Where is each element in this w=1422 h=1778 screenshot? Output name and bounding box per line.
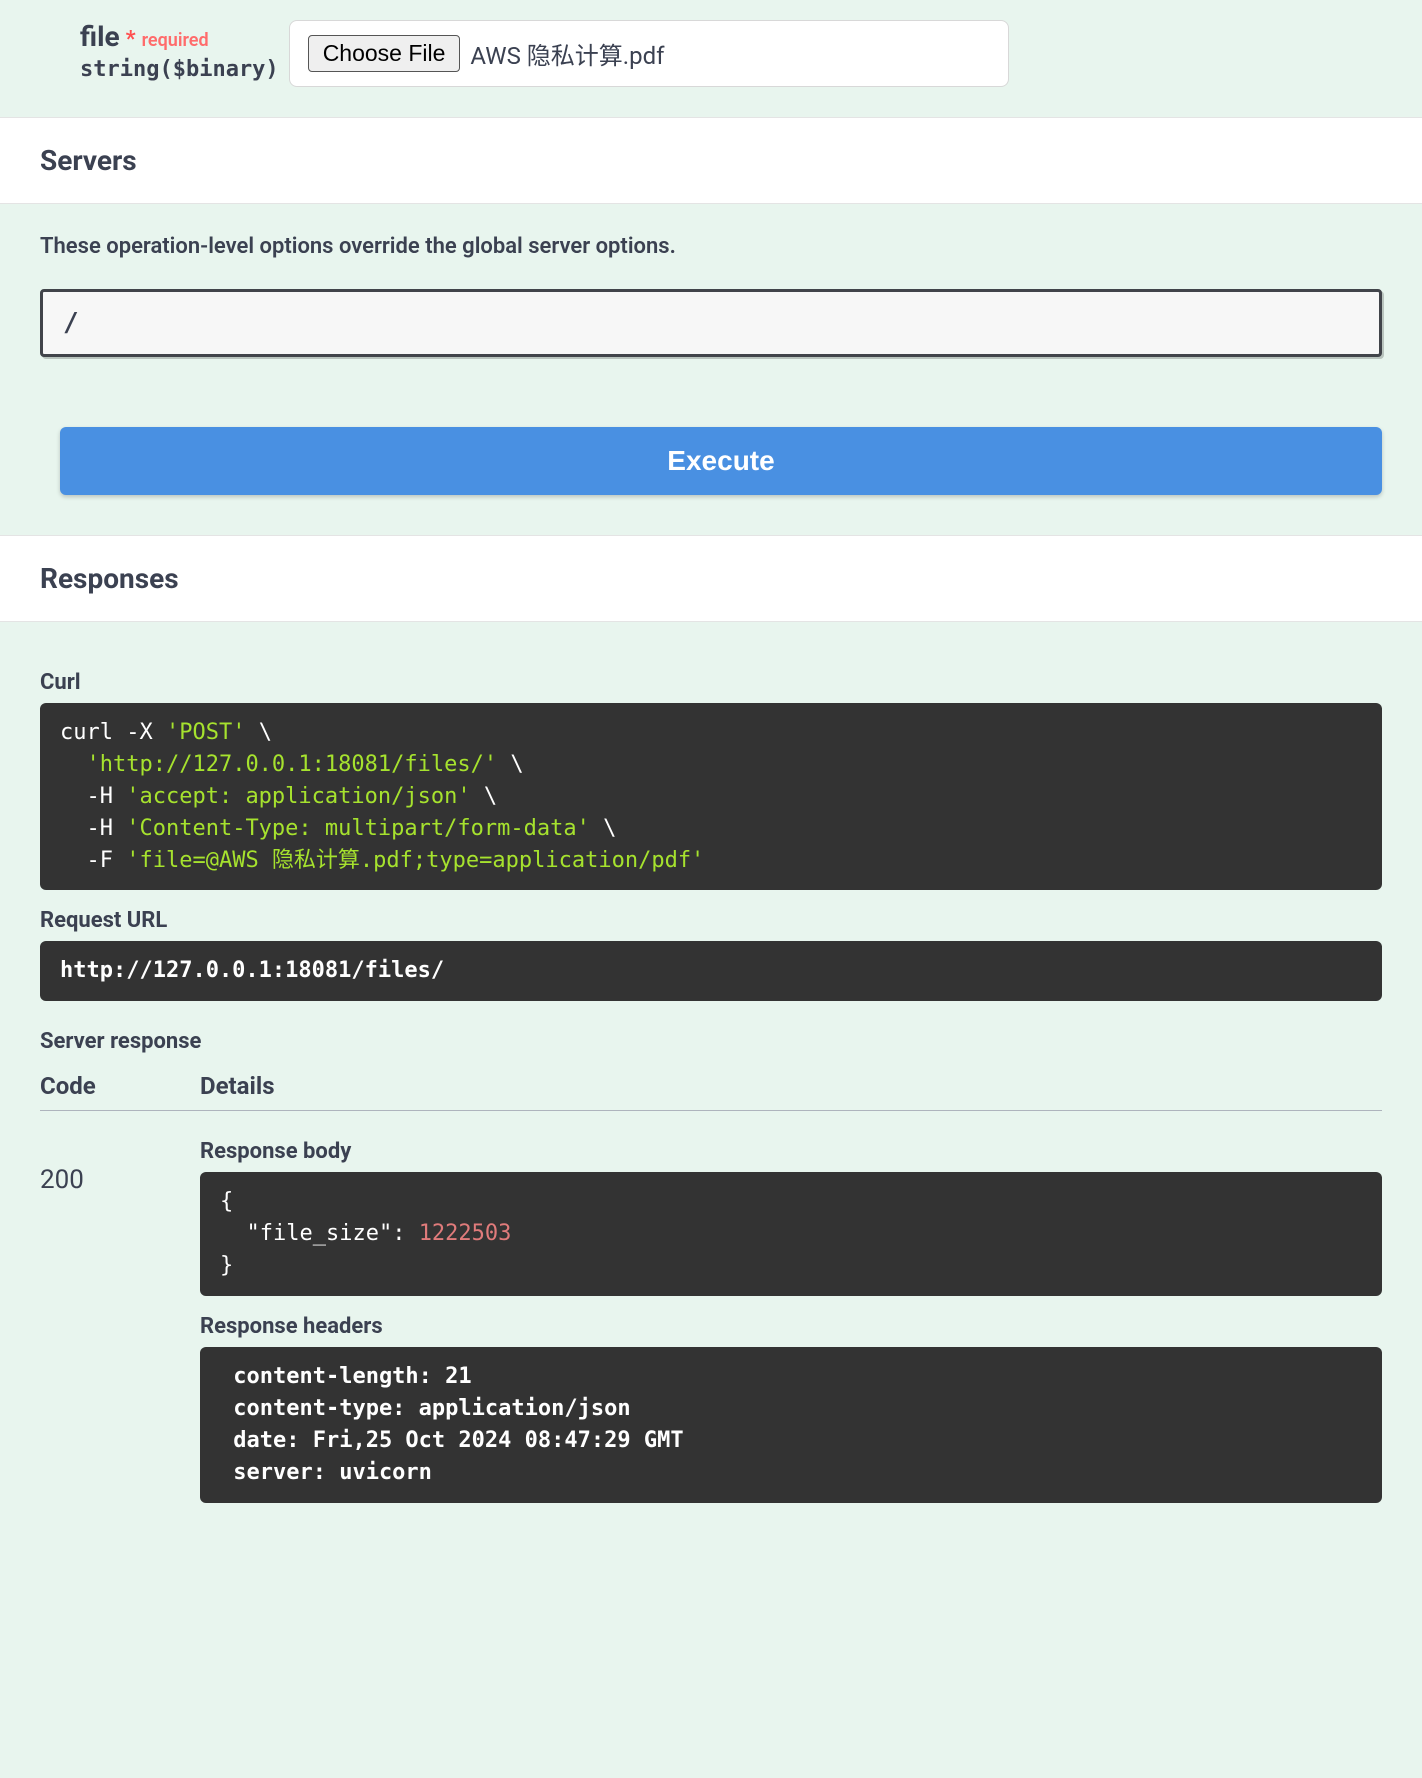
servers-heading: Servers — [40, 144, 1382, 177]
response-table-header: Code Details — [40, 1072, 1382, 1111]
parameter-label: file * required string($binary) — [80, 20, 279, 82]
required-star-icon: * — [126, 27, 136, 52]
details-column-header: Details — [200, 1072, 1382, 1100]
response-headers-label: Response headers — [200, 1314, 1382, 1339]
response-code: 200 — [40, 1139, 200, 1502]
request-url-label: Request URL — [40, 908, 1382, 933]
choose-file-button[interactable]: Choose File — [308, 35, 461, 72]
responses-body: Curl curl -X 'POST' \ 'http://127.0.0.1:… — [0, 622, 1422, 1543]
required-text: required — [142, 30, 209, 51]
servers-note: These operation-level options override t… — [0, 204, 1422, 279]
parameter-row: file * required string($binary) Choose F… — [0, 0, 1422, 117]
curl-label: Curl — [40, 670, 1382, 695]
response-body-label: Response body — [200, 1139, 1382, 1164]
selected-file-name: AWS 隐私计算.pdf — [470, 36, 664, 71]
servers-header: Servers — [0, 117, 1422, 204]
responses-heading: Responses — [40, 562, 1382, 595]
request-url-block[interactable]: http://127.0.0.1:18081/files/ — [40, 941, 1382, 1001]
server-select[interactable]: / — [40, 289, 1382, 357]
response-row: 200 Response body { "file_size": 1222503… — [40, 1139, 1382, 1502]
execute-button[interactable]: Execute — [60, 427, 1382, 495]
response-body-block[interactable]: { "file_size": 1222503 } — [200, 1172, 1382, 1296]
response-headers-block[interactable]: content-length: 21 content-type: applica… — [200, 1347, 1382, 1503]
file-input-box[interactable]: Choose File AWS 隐私计算.pdf — [289, 20, 1009, 87]
param-type: string($binary) — [80, 57, 279, 82]
curl-codeblock[interactable]: curl -X 'POST' \ 'http://127.0.0.1:18081… — [40, 703, 1382, 890]
param-name: file — [80, 20, 120, 53]
responses-header: Responses — [0, 535, 1422, 622]
server-response-label: Server response — [40, 1029, 1382, 1054]
code-column-header: Code — [40, 1072, 200, 1100]
